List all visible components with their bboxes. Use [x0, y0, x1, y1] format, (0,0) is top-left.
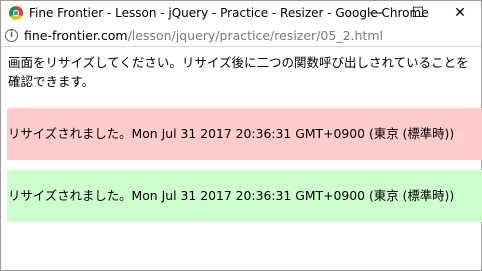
resize-message-red: リサイズされました。Mon Jul 31 2017 20:36:31 GMT+0…: [7, 108, 482, 160]
address-bar[interactable]: i fine-frontier.com/lesson/jquery/practi…: [1, 25, 481, 47]
page-content: 画面をリサイズしてください。リサイズ後に二つの関数呼び出しされていることを確認で…: [1, 47, 482, 222]
close-button[interactable]: ✕: [439, 1, 481, 25]
url-domain: fine-frontier.com: [24, 28, 128, 43]
url-text[interactable]: fine-frontier.com/lesson/jquery/practice…: [24, 28, 383, 43]
intro-text: 画面をリサイズしてください。リサイズ後に二つの関数呼び出しされていることを確認で…: [8, 55, 469, 89]
maximize-button[interactable]: ☐: [397, 1, 439, 25]
info-icon[interactable]: i: [5, 29, 18, 42]
resize-message-green: リサイズされました。Mon Jul 31 2017 20:36:31 GMT+0…: [7, 170, 482, 222]
minimize-button[interactable]: —: [355, 1, 397, 25]
url-path: /lesson/jquery/practice/resizer/05_2.htm…: [127, 28, 383, 43]
title-bar: Fine Frontier - Lesson - jQuery - Practi…: [1, 1, 481, 25]
window-controls: — ☐ ✕: [355, 1, 481, 25]
chrome-icon: [9, 6, 23, 20]
browser-window: Fine Frontier - Lesson - jQuery - Practi…: [0, 0, 482, 271]
